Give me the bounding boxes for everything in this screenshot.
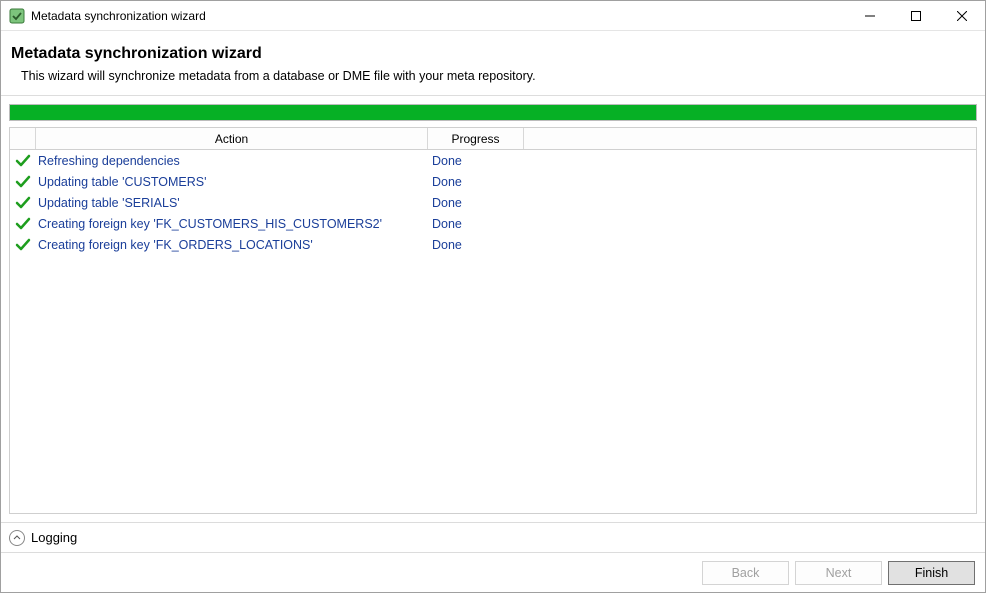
- column-header-spacer: [524, 128, 976, 149]
- column-header-action[interactable]: Action: [36, 128, 428, 149]
- table-body: Refreshing dependenciesDoneUpdating tabl…: [10, 150, 976, 513]
- progress-bar: [9, 104, 977, 121]
- column-header-icon[interactable]: [10, 128, 36, 149]
- next-button[interactable]: Next: [795, 561, 882, 585]
- table-row[interactable]: Updating table 'SERIALS'Done: [10, 192, 976, 213]
- table-row[interactable]: Refreshing dependenciesDone: [10, 150, 976, 171]
- wizard-header: Metadata synchronization wizard This wiz…: [1, 31, 985, 96]
- progress-cell: Done: [428, 238, 524, 252]
- logging-toggle[interactable]: Logging: [1, 522, 985, 552]
- title-bar: Metadata synchronization wizard: [1, 1, 985, 31]
- expand-icon: [9, 530, 25, 546]
- table-header: Action Progress: [10, 128, 976, 150]
- action-cell: Creating foreign key 'FK_CUSTOMERS_HIS_C…: [36, 217, 428, 231]
- progress-cell: Done: [428, 196, 524, 210]
- close-button[interactable]: [939, 1, 985, 30]
- page-title: Metadata synchronization wizard: [11, 45, 975, 63]
- progress-cell: Done: [428, 217, 524, 231]
- column-header-progress[interactable]: Progress: [428, 128, 524, 149]
- action-table: Action Progress Refreshing dependenciesD…: [9, 127, 977, 514]
- content-area: Action Progress Refreshing dependenciesD…: [1, 96, 985, 522]
- check-icon: [10, 153, 36, 169]
- table-row[interactable]: Creating foreign key 'FK_CUSTOMERS_HIS_C…: [10, 213, 976, 234]
- logging-label: Logging: [31, 530, 77, 545]
- window-controls: [847, 1, 985, 30]
- page-subtitle: This wizard will synchronize metadata fr…: [11, 69, 975, 83]
- check-icon: [10, 174, 36, 190]
- wizard-footer: Back Next Finish: [1, 552, 985, 592]
- finish-button[interactable]: Finish: [888, 561, 975, 585]
- check-icon: [10, 195, 36, 211]
- progress-cell: Done: [428, 175, 524, 189]
- window-title: Metadata synchronization wizard: [31, 9, 847, 23]
- progress-bar-fill: [10, 105, 976, 120]
- back-button[interactable]: Back: [702, 561, 789, 585]
- check-icon: [10, 216, 36, 232]
- minimize-button[interactable]: [847, 1, 893, 30]
- action-cell: Refreshing dependencies: [36, 154, 428, 168]
- table-row[interactable]: Creating foreign key 'FK_ORDERS_LOCATION…: [10, 234, 976, 255]
- app-icon: [9, 8, 25, 24]
- maximize-button[interactable]: [893, 1, 939, 30]
- table-row[interactable]: Updating table 'CUSTOMERS'Done: [10, 171, 976, 192]
- action-cell: Updating table 'CUSTOMERS': [36, 175, 428, 189]
- action-cell: Creating foreign key 'FK_ORDERS_LOCATION…: [36, 238, 428, 252]
- progress-cell: Done: [428, 154, 524, 168]
- check-icon: [10, 237, 36, 253]
- action-cell: Updating table 'SERIALS': [36, 196, 428, 210]
